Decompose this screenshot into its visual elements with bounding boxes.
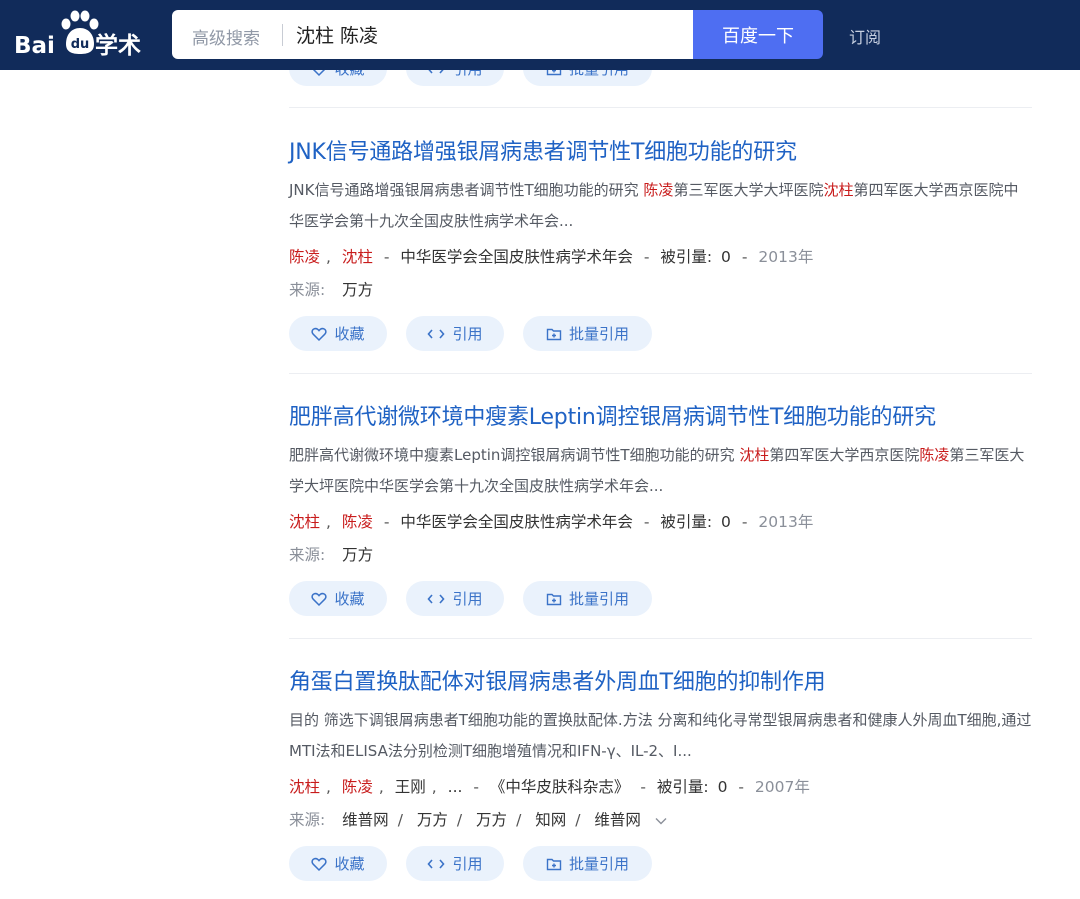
result-divider xyxy=(289,107,1032,108)
source-link[interactable]: 维普网 xyxy=(342,811,389,829)
batch-cite-label: 批量引用 xyxy=(568,325,629,343)
cited-label: 被引量: xyxy=(660,248,713,266)
logo-paw-text: du xyxy=(71,37,90,52)
heart-icon xyxy=(311,327,328,341)
batch-cite-icon xyxy=(546,593,562,605)
favorite-button[interactable]: 收藏 xyxy=(289,316,387,351)
cite-button[interactable]: 引用 xyxy=(406,581,504,616)
result-meta: 沈柱, 陈凌 - 中华医学会全国皮肤性病学术年会 - 被引量: 0 - 2013… xyxy=(289,513,814,531)
batch-cite-label: 批量引用 xyxy=(568,855,629,873)
cited-label: 被引量: xyxy=(656,778,709,796)
result-sources: 来源: 维普网 / 万方 / 万方 / 知网 / 维普网 xyxy=(289,808,668,830)
code-brackets-icon xyxy=(427,593,446,604)
author-link[interactable]: 沈柱 xyxy=(342,248,373,266)
abstract-text: JNK信号通路增强银屑病患者调节性T细胞功能的研究 xyxy=(289,181,644,199)
result-abstract: 目的 筛选下调银屑病患者T细胞功能的置换肽配体.方法 分离和纯化寻常型银屑病患者… xyxy=(289,705,1032,767)
result-title[interactable]: 角蛋白置换肽配体对银屑病患者外周血T细胞的抑制作用 xyxy=(289,664,826,696)
author-link[interactable]: 沈柱 xyxy=(289,513,320,531)
code-brackets-icon xyxy=(427,328,446,339)
batch-cite-icon xyxy=(546,328,562,340)
search-input[interactable] xyxy=(296,16,676,52)
result-sources: 来源: 万方 xyxy=(289,278,373,300)
favorite-label: 收藏 xyxy=(334,590,365,608)
cited-count[interactable]: 0 xyxy=(721,513,731,531)
abstract-text: 目的 筛选下调银屑病患者T细胞功能的置换肽配体.方法 分离和纯化寻常型银屑病患者… xyxy=(289,711,1032,760)
author-link[interactable]: 陈凌 xyxy=(342,513,373,531)
baidu-paw-icon: du xyxy=(61,10,99,54)
author-link[interactable]: 陈凌 xyxy=(342,778,373,796)
favorite-label: 收藏 xyxy=(334,855,365,873)
result-title[interactable]: 肥胖高代谢微环境中瘦素Leptin调控银屑病调节性T细胞功能的研究 xyxy=(289,399,936,431)
source-label: 来源: xyxy=(289,281,326,299)
abstract-highlight: 沈柱 xyxy=(739,446,770,464)
source-link[interactable]: 万方 xyxy=(342,281,373,299)
source-label: 来源: xyxy=(289,546,326,564)
code-brackets-icon xyxy=(427,858,446,869)
search-button[interactable]: 百度一下 xyxy=(693,10,823,59)
source-link[interactable]: 万方 xyxy=(417,811,448,829)
author-link[interactable]: 沈柱 xyxy=(289,778,320,796)
result-divider xyxy=(289,638,1032,639)
more-authors: ... xyxy=(447,778,463,796)
source-link[interactable]: 知网 xyxy=(535,811,566,829)
cited-count[interactable]: 0 xyxy=(718,778,728,796)
batch-cite-button[interactable]: 批量引用 xyxy=(523,846,652,881)
abstract-highlight: 沈柱 xyxy=(823,181,854,199)
cite-label: 引用 xyxy=(452,855,483,873)
result-sources: 来源: 万方 xyxy=(289,543,373,565)
cite-button[interactable]: 引用 xyxy=(406,316,504,351)
favorite-button[interactable]: 收藏 xyxy=(289,846,387,881)
publish-year: 2007年 xyxy=(754,778,810,796)
result-meta: 沈柱, 陈凌, 王刚, ... - 《中华皮肤科杂志》 - 被引量: 0 - 2… xyxy=(289,778,810,796)
batch-cite-icon xyxy=(546,858,562,870)
publish-year: 2013年 xyxy=(758,248,814,266)
search-divider xyxy=(282,24,283,46)
abstract-highlight: 陈凌 xyxy=(643,181,674,199)
result-divider xyxy=(289,373,1032,374)
source-label: 来源: xyxy=(289,811,326,829)
search-box: 高级搜索 xyxy=(172,10,694,59)
source-link[interactable]: 维普网 xyxy=(594,811,641,829)
chevron-down-icon[interactable] xyxy=(654,816,668,826)
baidu-xueshu-logo[interactable]: Bai 学术 du xyxy=(14,10,149,59)
page: Bai学术 du 高级搜索 百度一下 订阅 收藏 引用 批量引用 xyxy=(0,0,1080,899)
heart-icon xyxy=(311,857,328,871)
batch-cite-button[interactable]: 批量引用 xyxy=(523,581,652,616)
abstract-highlight: 陈凌 xyxy=(919,446,950,464)
result-title[interactable]: JNK信号通路增强银屑病患者调节性T细胞功能的研究 xyxy=(289,134,797,166)
result-abstract: JNK信号通路增强银屑病患者调节性T细胞功能的研究 陈凌第三军医大学大坪医院沈柱… xyxy=(289,175,1032,237)
result-meta: 陈凌, 沈柱 - 中华医学会全国皮肤性病学术年会 - 被引量: 0 - 2013… xyxy=(289,248,814,266)
abstract-text: 第四军医大学西京医院 xyxy=(769,446,920,464)
cite-button[interactable]: 引用 xyxy=(406,846,504,881)
top-header: Bai学术 du 高级搜索 百度一下 订阅 xyxy=(0,0,1080,70)
venue-link[interactable]: 中华医学会全国皮肤性病学术年会 xyxy=(400,513,633,531)
abstract-text: 肥胖高代谢微环境中瘦素Leptin调控银屑病调节性T细胞功能的研究 xyxy=(289,446,740,464)
source-link[interactable]: 万方 xyxy=(342,546,373,564)
venue-link[interactable]: 《中华皮肤科杂志》 xyxy=(490,778,630,796)
abstract-text: 第三军医大学大坪医院 xyxy=(673,181,824,199)
result-abstract: 肥胖高代谢微环境中瘦素Leptin调控银屑病调节性T细胞功能的研究 沈柱第四军医… xyxy=(289,440,1032,502)
heart-icon xyxy=(311,592,328,606)
cited-label: 被引量: xyxy=(660,513,713,531)
cite-label: 引用 xyxy=(452,325,483,343)
subscribe-link[interactable]: 订阅 xyxy=(849,24,881,48)
favorite-button[interactable]: 收藏 xyxy=(289,581,387,616)
batch-cite-button[interactable]: 批量引用 xyxy=(523,316,652,351)
cited-count[interactable]: 0 xyxy=(721,248,731,266)
publish-year: 2013年 xyxy=(758,513,814,531)
cite-label: 引用 xyxy=(452,590,483,608)
favorite-label: 收藏 xyxy=(334,325,365,343)
batch-cite-label: 批量引用 xyxy=(568,590,629,608)
author-link[interactable]: 陈凌 xyxy=(289,248,320,266)
advanced-search-link[interactable]: 高级搜索 xyxy=(192,24,260,49)
source-link[interactable]: 万方 xyxy=(476,811,507,829)
author-link[interactable]: 王刚 xyxy=(395,778,426,796)
venue-link[interactable]: 中华医学会全国皮肤性病学术年会 xyxy=(400,248,633,266)
